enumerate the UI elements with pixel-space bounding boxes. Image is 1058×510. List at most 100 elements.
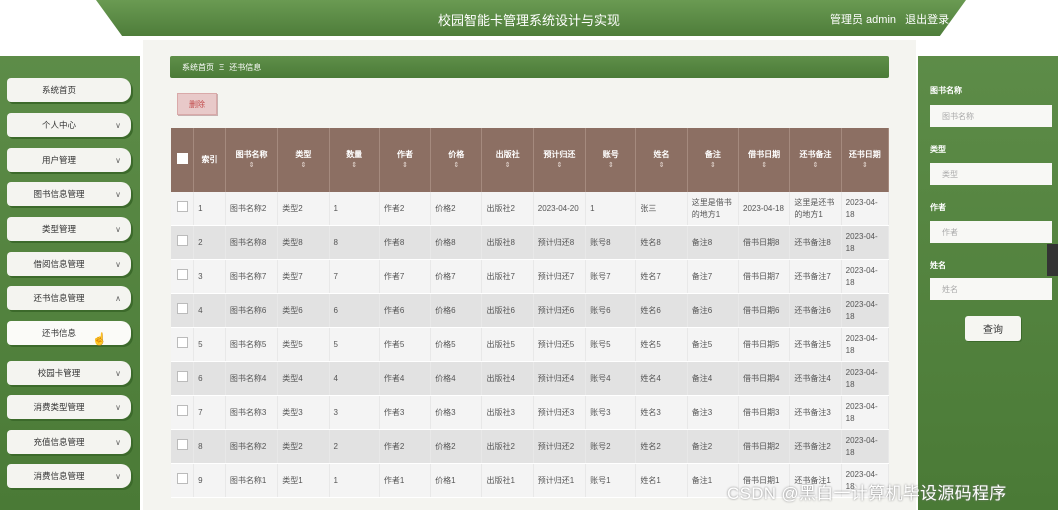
row-checkbox-cell[interactable] — [171, 463, 195, 498]
sort-icon[interactable]: ⇕ — [590, 161, 631, 172]
row-checkbox-cell[interactable] — [171, 192, 195, 226]
sort-icon[interactable]: ⇕ — [846, 161, 884, 172]
table-cell: 借书日期5 — [738, 327, 791, 362]
return-info-table: 索引 图书名称 ⇕ 类型 ⇕ 数量 ⇕ 作者 ⇕ 价格 ⇕ 出版社 ⇕ 预计归还 ⇕ 账号 ⇕ 姓名 ⇕ 备注 ⇕ 借书日… — [171, 128, 890, 498]
column-header[interactable]: 还书备注 ⇕ — [789, 128, 842, 192]
column-header[interactable]: 备注 ⇕ — [687, 128, 740, 192]
sidebar-item[interactable]: 消费类型管理 ∨ — [7, 395, 131, 419]
table-cell: 出版社4 — [481, 361, 534, 396]
row-checkbox[interactable] — [176, 473, 188, 485]
sidebar-item-label: 充值信息管理 — [33, 437, 85, 447]
table-cell: 类型1 — [277, 463, 330, 498]
delete-button[interactable]: 删除 — [177, 93, 217, 115]
sort-icon[interactable]: ⇕ — [743, 161, 785, 172]
sidebar-item[interactable]: 系统首页 — [7, 78, 131, 102]
sidebar-item[interactable]: 还书信息 — [7, 321, 131, 345]
table-row[interactable]: 1 图书名称2 类型2 1 作者2 价格2 出版社2 2023-04-20 1 张三 这里是借书的地… — [171, 192, 890, 226]
sidebar-item[interactable]: 用户管理 ∨ — [7, 148, 131, 172]
table-cell: 账号2 — [585, 429, 637, 464]
table-cell: 借书日期7 — [738, 259, 791, 294]
sort-icon[interactable]: ⇕ — [230, 161, 273, 172]
sidebar-item[interactable]: 图书信息管理 ∨ — [7, 182, 131, 206]
sidebar-item[interactable]: 还书信息管理 ∧ — [7, 286, 131, 310]
column-header[interactable]: 价格 ⇕ — [430, 128, 483, 192]
sort-icon[interactable]: ⇕ — [486, 161, 528, 172]
sidebar-item[interactable]: 个人中心 ∨ — [7, 113, 131, 137]
row-checkbox[interactable] — [176, 235, 188, 247]
table-cell: 2023-04-18 — [738, 192, 791, 226]
sidebar-item[interactable]: 消费信息管理 ∨ — [7, 464, 131, 488]
table-row[interactable]: 5 图书名称5 类型5 5 作者5 价格5 出版社5 预计归还5 账号5 姓名5 备注5 借书日期5 还… — [171, 327, 890, 362]
author-input[interactable] — [930, 221, 1052, 243]
column-header[interactable]: 姓名 ⇕ — [635, 128, 688, 192]
row-checkbox-cell[interactable] — [171, 395, 195, 430]
row-checkbox[interactable] — [176, 371, 188, 383]
table-row[interactable]: 2 图书名称8 类型8 8 作者8 价格8 出版社8 预计归还8 账号8 姓名8 备注8 借书日期8 还… — [171, 225, 890, 260]
column-header[interactable]: 类型 ⇕ — [277, 128, 330, 192]
book-name-label: 图书名称 — [930, 86, 962, 95]
side-scroll-handle[interactable] — [1047, 244, 1058, 276]
chevron-icon: ∨ — [115, 189, 121, 199]
row-checkbox-cell[interactable] — [171, 327, 195, 362]
column-header[interactable]: 数量 ⇕ — [329, 128, 380, 192]
sidebar-item[interactable]: 校园卡管理 ∨ — [7, 361, 131, 385]
logout-link[interactable]: 退出登录 — [905, 14, 949, 26]
sidebar-item-label: 借阅信息管理 — [33, 259, 85, 269]
sort-icon[interactable]: ⇕ — [538, 161, 581, 172]
sidebar-item[interactable]: 充值信息管理 ∨ — [7, 430, 131, 454]
table-cell: 预计归还5 — [533, 327, 587, 362]
name-input[interactable] — [930, 278, 1052, 300]
row-checkbox[interactable] — [176, 269, 188, 281]
sort-icon[interactable]: ⇕ — [794, 161, 836, 172]
column-header[interactable]: 借书日期 ⇕ — [738, 128, 791, 192]
table-cell: 1 — [329, 463, 380, 498]
column-header-label: 姓名 — [653, 149, 670, 159]
row-checkbox-cell[interactable] — [171, 259, 195, 294]
column-header[interactable]: 索引 — [193, 128, 226, 192]
row-checkbox-cell[interactable] — [171, 361, 195, 396]
column-header[interactable]: 作者 ⇕ — [379, 128, 432, 192]
select-all-checkbox-cell[interactable] — [171, 128, 195, 192]
sort-icon[interactable]: ⇕ — [692, 161, 734, 172]
table-row[interactable]: 3 图书名称7 类型7 7 作者7 价格7 出版社7 预计归还7 账号7 姓名7 备注7 借书日期7 还… — [171, 259, 890, 294]
sort-icon[interactable]: ⇕ — [384, 161, 426, 172]
sort-icon[interactable]: ⇕ — [640, 161, 682, 172]
sidebar-item[interactable]: 类型管理 ∨ — [7, 217, 131, 241]
column-header[interactable]: 图书名称 ⇕ — [225, 128, 279, 192]
row-checkbox[interactable] — [176, 303, 188, 315]
row-checkbox[interactable] — [176, 337, 188, 349]
type-input[interactable] — [930, 163, 1052, 185]
sort-icon[interactable]: ⇕ — [334, 161, 375, 172]
column-header[interactable]: 账号 ⇕ — [585, 128, 637, 192]
row-checkbox[interactable] — [176, 201, 188, 213]
chevron-icon: ∨ — [115, 259, 121, 269]
table-cell: 价格1 — [430, 463, 483, 498]
sort-icon[interactable]: ⇕ — [282, 161, 324, 172]
column-header[interactable]: 出版社 ⇕ — [481, 128, 534, 192]
table-row[interactable]: 6 图书名称4 类型4 4 作者4 价格4 出版社4 预计归还4 账号4 姓名4 备注4 借书日期4 还… — [171, 361, 890, 396]
row-checkbox-cell[interactable] — [171, 293, 195, 328]
column-header[interactable]: 预计归还 ⇕ — [533, 128, 587, 192]
book-name-input[interactable] — [930, 105, 1052, 127]
row-checkbox[interactable] — [176, 439, 188, 451]
table-cell: 姓名2 — [635, 429, 688, 464]
table-cell: 借书日期4 — [738, 361, 791, 396]
table-row[interactable]: 8 图书名称2 类型2 2 作者2 价格2 出版社2 预计归还2 账号2 姓名2 备注2 借书日期2 还… — [171, 429, 890, 464]
table-row[interactable]: 7 图书名称3 类型3 3 作者3 价格3 出版社3 预计归还3 账号3 姓名3 备注3 借书日期3 还… — [171, 395, 890, 430]
column-header-label: 出版社 — [495, 149, 520, 159]
table-cell: 2023-04-18 — [841, 327, 890, 362]
table-cell: 作者2 — [379, 192, 432, 226]
table-row[interactable]: 4 图书名称6 类型6 6 作者6 价格6 出版社6 预计归还6 账号6 姓名6 备注6 借书日期6 还… — [171, 293, 890, 328]
query-button[interactable]: 查询 — [965, 316, 1021, 341]
table-cell: 姓名6 — [635, 293, 688, 328]
sidebar-item[interactable]: 借阅信息管理 ∨ — [7, 252, 131, 276]
sort-icon[interactable]: ⇕ — [435, 161, 477, 172]
select-all-checkbox[interactable] — [176, 152, 188, 164]
table-cell: 9 — [193, 463, 226, 498]
breadcrumb-home[interactable]: 系统首页 — [182, 62, 214, 73]
row-checkbox-cell[interactable] — [171, 225, 195, 260]
row-checkbox-cell[interactable] — [171, 429, 195, 464]
row-checkbox[interactable] — [176, 405, 188, 417]
column-header[interactable]: 还书日期 ⇕ — [841, 128, 890, 192]
table-cell: 类型6 — [277, 293, 330, 328]
